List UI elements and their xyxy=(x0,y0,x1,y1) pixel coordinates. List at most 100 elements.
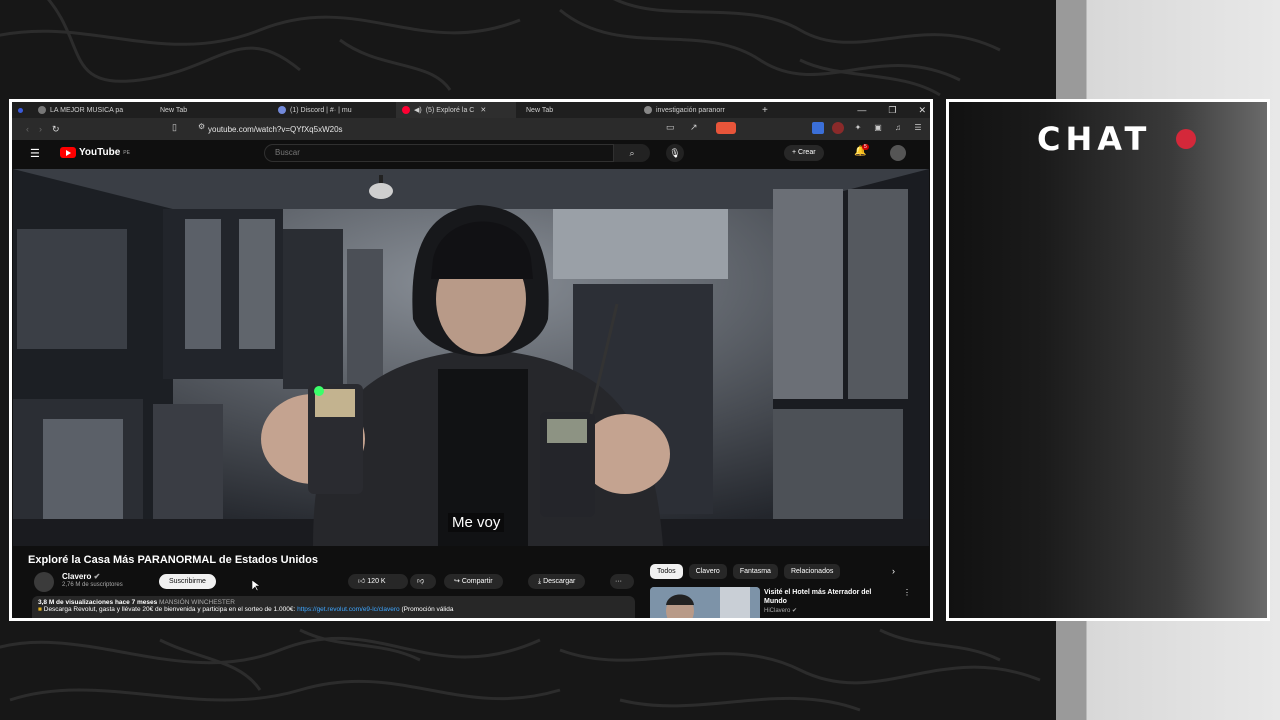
channel-name[interactable]: Clavero ✔ xyxy=(62,572,100,581)
share-page-icon[interactable]: ↗ xyxy=(690,122,698,133)
cast-icon[interactable]: ▭ xyxy=(666,122,675,133)
youtube-logo-text: YouTube xyxy=(79,147,121,158)
brave-shield-icon[interactable] xyxy=(716,122,736,134)
download-button[interactable]: ⤓ Descargar xyxy=(528,574,586,589)
tab-label: New Tab xyxy=(526,106,554,114)
description-meta: 3,8 M de visualizaciones hace 7 meses MA… xyxy=(38,599,629,606)
puzzle-icon[interactable]: ✦ xyxy=(852,122,864,134)
thumbs-up-icon: 👍︎ xyxy=(358,578,366,585)
chip-clavero[interactable]: Clavero xyxy=(688,564,727,579)
description-body: Descarga Revolut, gasta y llévate 20€ de… xyxy=(43,606,298,613)
tab-investigacion[interactable]: investigación paranorr xyxy=(638,102,756,118)
sidebar-icon[interactable]: ▣ xyxy=(872,122,884,134)
download-label: Descargar xyxy=(543,578,576,585)
chat-title: CHAT xyxy=(1037,120,1152,158)
dislike-button[interactable]: 👎︎ xyxy=(410,574,436,589)
create-button[interactable]: + Crear xyxy=(784,145,824,161)
youtube-logo[interactable]: YouTube PE xyxy=(60,147,130,158)
window-controls: — ❐ ✕ xyxy=(857,102,926,118)
description-text: ■ Descarga Revolut, gasta y llévate 20€ … xyxy=(38,606,629,613)
search-input[interactable]: Buscar xyxy=(264,144,614,162)
close-window-icon[interactable]: ✕ xyxy=(918,105,926,116)
chat-panel: CHAT xyxy=(946,99,1270,621)
music-control-icon[interactable]: ♫ xyxy=(892,122,904,134)
video-tag[interactable]: MANSIÓN WINCHESTER xyxy=(159,599,235,606)
forward-icon[interactable]: › xyxy=(39,124,42,134)
extension-icons: ✦ ▣ ♫ ☰ xyxy=(812,122,924,134)
tab-label: investigación paranorr xyxy=(656,106,725,114)
vpn-icon[interactable] xyxy=(832,122,844,134)
tab-new-2[interactable]: New Tab xyxy=(516,102,638,118)
mouse-cursor-icon xyxy=(252,580,260,592)
views-and-date: 3,8 M de visualizaciones hace 7 meses xyxy=(38,599,158,606)
minimize-icon[interactable]: — xyxy=(857,105,866,115)
promo-link[interactable]: https://get.revolut.com/e9-lc/clavero xyxy=(297,606,400,613)
new-tab-button[interactable]: + xyxy=(756,102,774,118)
like-button[interactable]: 👍︎ 120 K xyxy=(348,574,408,589)
plus-icon: + xyxy=(762,104,768,116)
subscriber-count: 2,76 M de suscriptores xyxy=(62,582,123,588)
thumbnail-image xyxy=(650,587,760,618)
tab-bar: LA MEJOR MUSICA pa New Tab (1) Discord |… xyxy=(12,102,930,118)
chip-todos[interactable]: Todos xyxy=(650,564,683,579)
description-tail: (Promoción válida xyxy=(399,606,454,613)
video-player[interactable]: Me voy xyxy=(13,169,929,546)
watch-metadata: Exploré la Casa Más PARANORMAL de Estado… xyxy=(12,546,930,618)
recommended-thumbnail[interactable] xyxy=(650,587,760,618)
channel-avatar[interactable] xyxy=(34,572,54,592)
tab-label: New Tab xyxy=(160,106,188,114)
tab-music[interactable]: LA MEJOR MUSICA pa xyxy=(32,102,150,118)
discord-icon xyxy=(278,106,286,114)
create-label: Crear xyxy=(798,149,816,156)
tab-new-1[interactable]: New Tab xyxy=(150,102,272,118)
chip-relacionados[interactable]: Relacionados xyxy=(783,564,841,579)
voice-search-button[interactable]: 🎙 xyxy=(666,144,684,162)
like-count: 120 K xyxy=(367,578,386,585)
recommended-channel[interactable]: HiClavero ✔ xyxy=(764,607,797,614)
back-icon[interactable]: ‹ xyxy=(26,124,29,134)
tab-discord[interactable]: (1) Discord | #· | mu xyxy=(272,102,396,118)
youtube-icon xyxy=(402,106,410,114)
subscribe-button[interactable]: Suscribirme xyxy=(159,574,216,589)
video-title: Exploré la Casa Más PARANORMAL de Estado… xyxy=(28,554,318,566)
extension-icon xyxy=(18,107,23,113)
search-button[interactable]: ⌕ xyxy=(614,144,650,162)
channel-name-text: Clavero xyxy=(62,572,92,581)
youtube-header: ☰ YouTube PE Buscar ⌕ 🎙 + Crear 🔔 5 xyxy=(12,140,930,166)
chevron-right-icon[interactable]: › xyxy=(892,566,895,576)
youtube-play-icon xyxy=(60,147,76,158)
share-icon: ↪ xyxy=(454,578,460,585)
tab-youtube-active[interactable]: ◀) (5) Exploré la C ✕ xyxy=(396,102,516,118)
live-dot-icon xyxy=(1176,129,1196,149)
bookmark-icon[interactable]: ▯ xyxy=(172,122,177,133)
menu-icon[interactable]: ☰ xyxy=(912,122,924,134)
close-icon[interactable]: ✕ xyxy=(480,106,486,114)
music-icon xyxy=(38,106,46,114)
browser-window: LA MEJOR MUSICA pa New Tab (1) Discord |… xyxy=(9,99,933,621)
notification-badge: 5 xyxy=(862,144,869,150)
reload-icon[interactable]: ↻ xyxy=(52,124,60,135)
account-avatar[interactable] xyxy=(890,145,906,161)
video-frame xyxy=(13,169,929,546)
more-actions-button[interactable]: ··· xyxy=(610,574,634,589)
tab-label: LA MEJOR MUSICA pa xyxy=(50,106,124,114)
hamburger-menu-icon[interactable]: ☰ xyxy=(30,147,40,160)
verified-icon: ✔ xyxy=(93,572,101,581)
tab-label: (5) Exploré la C xyxy=(425,106,475,114)
description-box[interactable]: 3,8 M de visualizaciones hace 7 meses MA… xyxy=(32,596,635,618)
restore-icon[interactable]: ❐ xyxy=(888,105,896,116)
translate-icon[interactable] xyxy=(812,122,824,134)
verified-icon: ✔ xyxy=(792,608,798,614)
microphone-icon: 🎙 xyxy=(669,148,681,158)
more-vertical-icon[interactable]: ⋮ xyxy=(903,588,911,597)
region-code: PE xyxy=(123,149,130,156)
download-icon: ⤓ xyxy=(538,578,542,585)
url-field[interactable]: youtube.com/watch?v=QYfXq5xW20s xyxy=(208,121,668,137)
chip-fantasma[interactable]: Fantasma xyxy=(732,564,778,579)
share-button[interactable]: ↪ Compartir xyxy=(444,574,503,589)
recommended-title[interactable]: Visité el Hotel más Aterrador del Mundo xyxy=(764,588,892,606)
speaker-icon: ◀) xyxy=(414,107,422,114)
recommended-channel-name: HiClavero xyxy=(764,608,791,614)
tab-0[interactable] xyxy=(12,102,32,118)
site-settings-icon[interactable]: ⚙ xyxy=(198,122,205,131)
